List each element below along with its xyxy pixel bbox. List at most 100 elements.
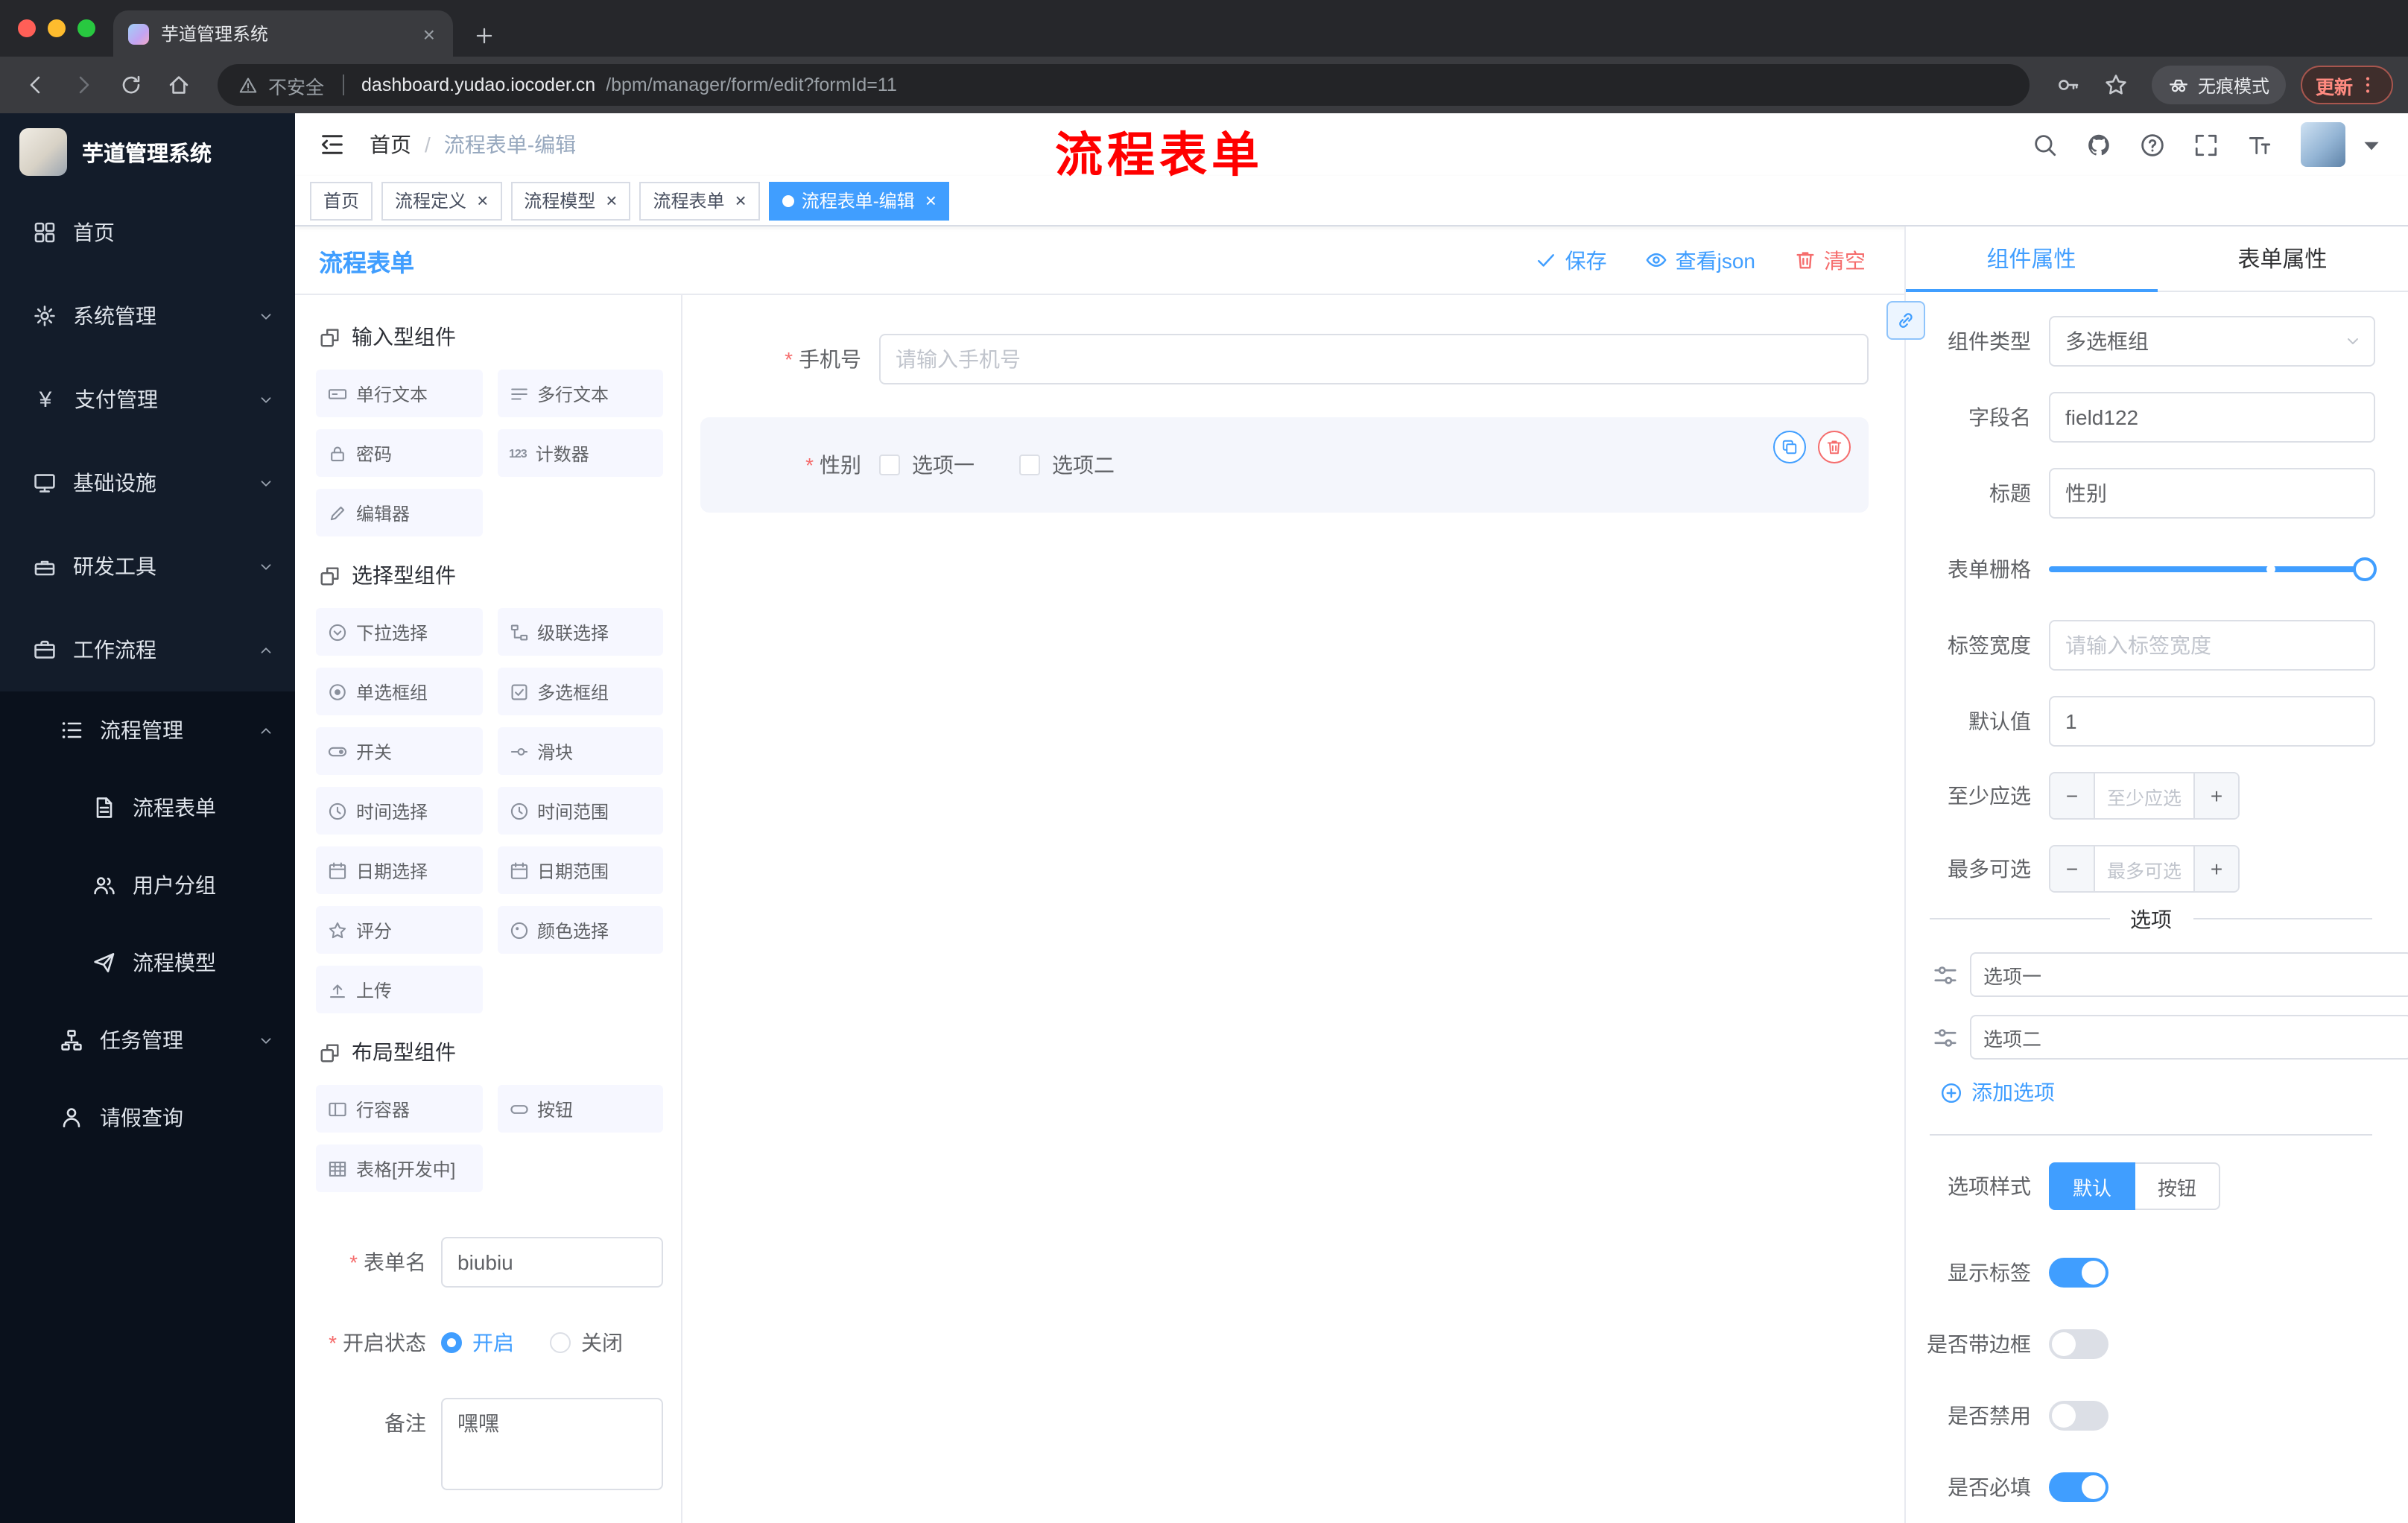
sidebar-item-leave-query[interactable]: 请假查询	[0, 1079, 295, 1156]
component-type-select[interactable]	[2049, 316, 2375, 367]
tag-process-definition[interactable]: 流程定义 ×	[381, 181, 502, 220]
back-button[interactable]	[15, 64, 57, 106]
help-icon[interactable]	[2140, 132, 2165, 157]
disabled-toggle[interactable]	[2049, 1401, 2108, 1431]
palette-item-table[interactable]: 表格[开发中]	[316, 1144, 482, 1192]
palette-item-counter[interactable]: 123 计数器	[497, 429, 663, 477]
sidebar-item-workflow[interactable]: 工作流程	[0, 608, 295, 691]
palette-item-password[interactable]: 密码	[316, 429, 482, 477]
min-select-value[interactable]: 至少应选	[2095, 773, 2193, 818]
form-grid-slider[interactable]	[2049, 544, 2377, 595]
style-button-button[interactable]: 按钮	[2135, 1162, 2221, 1210]
decrease-button[interactable]: −	[2050, 773, 2095, 818]
search-icon[interactable]	[2032, 132, 2058, 157]
sidebar-item-devtools[interactable]: 研发工具	[0, 525, 295, 608]
forward-button[interactable]	[63, 64, 104, 106]
palette-item-date-picker[interactable]: 日期选择	[316, 846, 482, 894]
checkbox-option-1[interactable]: 选项一	[879, 450, 975, 480]
sidebar-item-process-management[interactable]: 流程管理	[0, 691, 295, 769]
browser-update-button[interactable]: 更新	[2300, 66, 2393, 104]
checkbox-icon[interactable]	[879, 455, 900, 475]
copy-field-button[interactable]	[1773, 431, 1806, 463]
option-label-input[interactable]	[1970, 1015, 2408, 1060]
password-key-icon[interactable]	[2047, 64, 2089, 106]
form-remark-textarea[interactable]: 嘿嘿	[441, 1398, 663, 1490]
tag-process-form-edit[interactable]: 流程表单-编辑 ×	[768, 181, 950, 220]
option-label-input[interactable]	[1970, 952, 2408, 997]
sidebar-item-user-groups[interactable]: 用户分组	[0, 846, 295, 924]
zoom-window-button[interactable]	[77, 19, 95, 37]
tab-close-icon[interactable]: ×	[420, 20, 438, 47]
link-button[interactable]	[1886, 301, 1925, 340]
max-select-value[interactable]: 最多可选	[2095, 846, 2193, 891]
close-icon[interactable]: ×	[925, 191, 937, 210]
default-value-input[interactable]	[2049, 696, 2375, 747]
form-canvas[interactable]: 手机号 性别	[682, 295, 1904, 1523]
fullscreen-icon[interactable]	[2193, 132, 2219, 157]
security-label[interactable]: 不安全	[268, 71, 324, 99]
view-json-button[interactable]: 查看json	[1646, 245, 1755, 275]
reload-button[interactable]	[110, 64, 152, 106]
close-icon[interactable]: ×	[735, 191, 747, 210]
slider-handle[interactable]	[2353, 557, 2377, 581]
status-on-radio[interactable]: 开启	[441, 1328, 514, 1358]
label-width-input[interactable]	[2049, 620, 2375, 671]
sidebar-item-infrastructure[interactable]: 基础设施	[0, 441, 295, 525]
phone-input[interactable]	[879, 334, 1869, 384]
drag-handle-icon[interactable]	[1933, 962, 1958, 987]
sidebar-fold-icon[interactable]	[319, 131, 346, 158]
sidebar-item-payment[interactable]: ¥ 支付管理	[0, 358, 295, 441]
close-icon[interactable]: ×	[477, 191, 488, 210]
border-toggle[interactable]	[2049, 1329, 2108, 1359]
checkbox-icon[interactable]	[1019, 455, 1040, 475]
save-button[interactable]: 保存	[1536, 245, 1607, 275]
browser-tab[interactable]: 芋道管理系统 ×	[113, 10, 453, 57]
sidebar-item-process-form[interactable]: 流程表单	[0, 769, 295, 846]
breadcrumb-home[interactable]: 首页	[370, 130, 411, 159]
bookmark-star-icon[interactable]	[2095, 64, 2137, 106]
home-button[interactable]	[158, 64, 200, 106]
status-off-radio[interactable]: 关闭	[550, 1328, 623, 1358]
tag-process-form[interactable]: 流程表单 ×	[639, 181, 760, 220]
minimize-window-button[interactable]	[48, 19, 66, 37]
style-default-button[interactable]: 默认	[2049, 1162, 2136, 1210]
checkbox-option-2[interactable]: 选项二	[1019, 450, 1115, 480]
github-icon[interactable]	[2086, 132, 2111, 157]
palette-item-select[interactable]: 下拉选择	[316, 608, 482, 656]
palette-item-row-container[interactable]: 行容器	[316, 1085, 482, 1133]
sidebar-item-home[interactable]: 首页	[0, 191, 295, 274]
required-toggle[interactable]	[2049, 1472, 2108, 1502]
caret-down-icon[interactable]	[2359, 132, 2384, 157]
sidebar-item-process-model[interactable]: 流程模型	[0, 924, 295, 1001]
palette-item-switch[interactable]: 开关	[316, 727, 482, 775]
palette-item-color-picker[interactable]: 颜色选择	[497, 906, 663, 954]
decrease-button[interactable]: −	[2050, 846, 2095, 891]
palette-item-button[interactable]: 按钮	[497, 1085, 663, 1133]
add-option-button[interactable]: 添加选项	[1940, 1077, 2375, 1107]
font-size-icon[interactable]	[2247, 132, 2272, 157]
show-label-toggle[interactable]	[2049, 1258, 2108, 1288]
sidebar-item-system[interactable]: 系统管理	[0, 274, 295, 358]
palette-item-date-range[interactable]: 日期范围	[497, 846, 663, 894]
address-bar[interactable]: 不安全 dashboard.yudao.iocoder.cn/bpm/manag…	[218, 64, 2030, 106]
palette-item-checkbox-group[interactable]: 多选框组	[497, 668, 663, 715]
selected-field-block[interactable]: 性别 选项一 选项二	[700, 417, 1869, 513]
increase-button[interactable]: +	[2193, 846, 2238, 891]
clear-button[interactable]: 清空	[1794, 245, 1866, 275]
palette-item-slider[interactable]: 滑块	[497, 727, 663, 775]
palette-item-radio-group[interactable]: 单选框组	[316, 668, 482, 715]
drag-handle-icon[interactable]	[1933, 1025, 1958, 1050]
palette-item-time-range[interactable]: 时间范围	[497, 787, 663, 835]
palette-item-cascader[interactable]: 级联选择	[497, 608, 663, 656]
palette-item-upload[interactable]: 上传	[316, 966, 482, 1013]
new-tab-button[interactable]	[474, 25, 495, 46]
palette-item-time-picker[interactable]: 时间选择	[316, 787, 482, 835]
kebab-menu-icon[interactable]	[2357, 75, 2378, 95]
palette-item-rate[interactable]: 评分	[316, 906, 482, 954]
sidebar-item-task-management[interactable]: 任务管理	[0, 1001, 295, 1079]
slider-track[interactable]	[2049, 557, 2377, 581]
close-icon[interactable]: ×	[606, 191, 617, 210]
phone-field-row[interactable]: 手机号	[700, 334, 1869, 384]
increase-button[interactable]: +	[2193, 773, 2238, 818]
palette-item-single-line-text[interactable]: 单行文本	[316, 370, 482, 417]
